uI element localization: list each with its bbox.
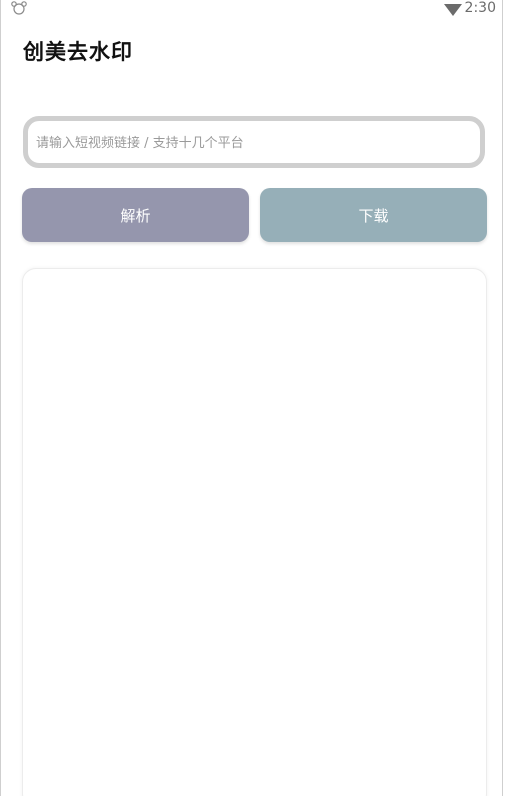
result-panel [22,268,487,796]
video-link-input[interactable] [34,121,478,165]
wifi-icon [444,2,462,16]
app-notification-icon [10,0,28,15]
download-button[interactable]: 下载 [260,188,487,242]
app-screen: 2:30 创美去水印 解析 下载 [0,0,503,796]
parse-button-label: 解析 [120,206,151,225]
download-button-label: 下载 [358,206,389,225]
status-bar: 2:30 [1,0,502,18]
parse-button[interactable]: 解析 [22,188,249,242]
url-input-container [23,116,485,168]
page-title: 创美去水印 [23,40,133,64]
status-time: 2:30 [464,0,496,16]
